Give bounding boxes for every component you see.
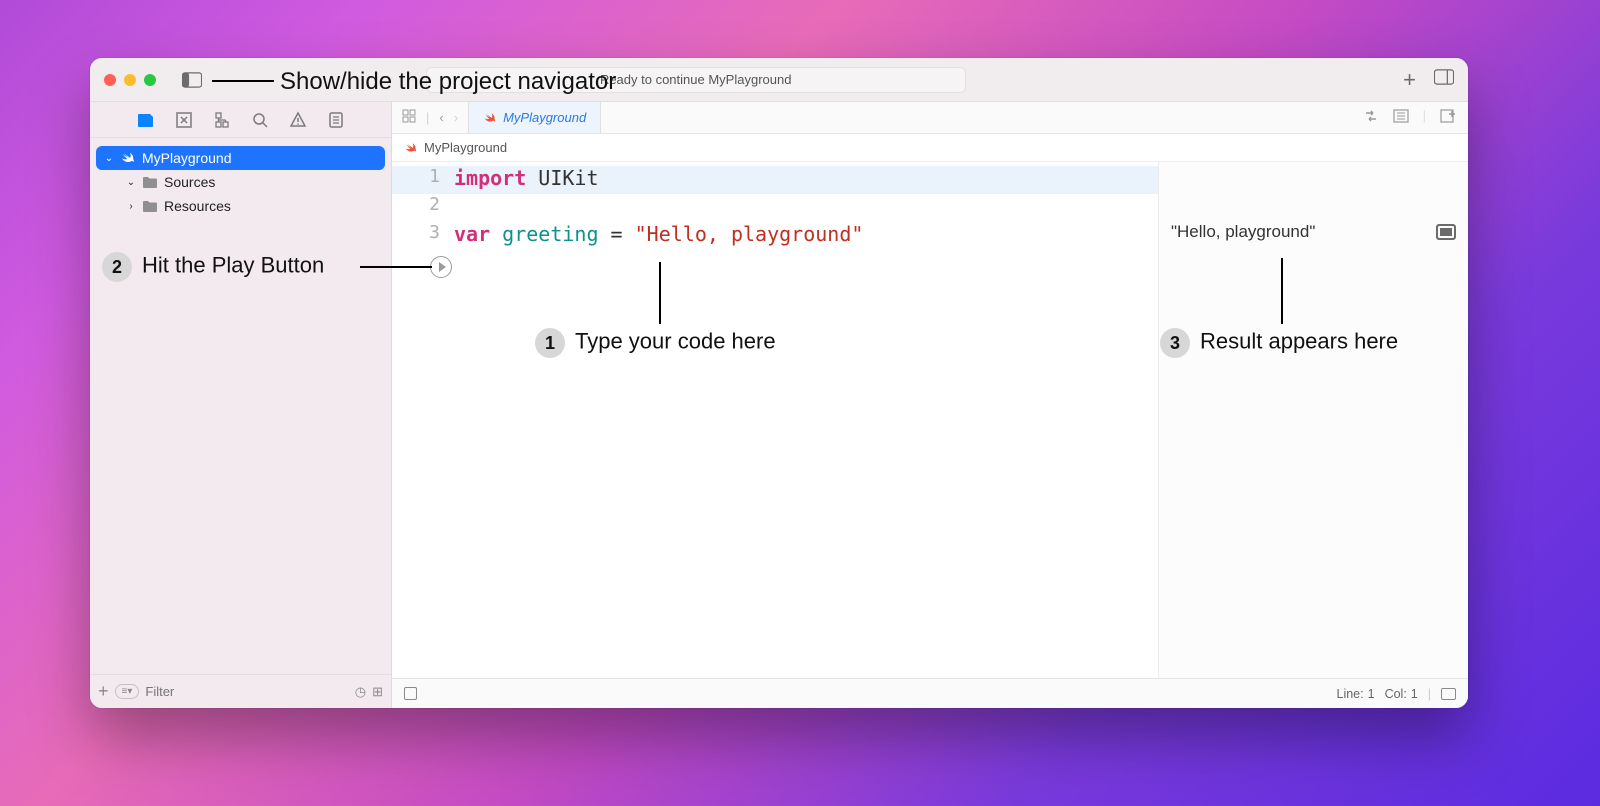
project-navigator-icon[interactable] <box>137 111 155 129</box>
add-button[interactable]: + <box>1403 69 1416 91</box>
activity-status: Ready to continue MyPlayground <box>426 67 966 93</box>
related-items-icon[interactable] <box>402 109 416 126</box>
navigator-selector <box>90 102 391 138</box>
tab-bar: | ‹ › MyPlayground | <box>392 102 1468 134</box>
chevron-right-icon: › <box>126 201 136 212</box>
toggle-debug-area-button[interactable] <box>404 687 417 700</box>
swift-icon <box>404 141 418 155</box>
folder-icon <box>142 199 158 213</box>
breadcrumb-file: MyPlayground <box>424 140 507 155</box>
code-editor[interactable]: 1 import UIKit 2 3 var greeting = "Hello… <box>392 162 1158 678</box>
symbol-navigator-icon[interactable] <box>213 111 231 129</box>
folder-icon <box>142 175 158 189</box>
tree-item-resources[interactable]: › Resources <box>96 194 385 218</box>
minimap-toggle-icon[interactable] <box>1441 688 1456 700</box>
tree-root-label: MyPlayground <box>142 150 232 166</box>
editor-pane: | ‹ › MyPlayground | MyPlayground <box>392 102 1468 708</box>
jump-bar[interactable]: MyPlayground <box>392 134 1468 162</box>
go-forward-button[interactable]: › <box>454 110 458 125</box>
add-file-button[interactable]: + <box>98 681 109 702</box>
swift-icon <box>483 111 497 125</box>
close-window-button[interactable] <box>104 74 116 86</box>
tree-root[interactable]: ⌄ MyPlayground <box>96 146 385 170</box>
xcode-window: Ready to continue MyPlayground + ⌄ <box>90 58 1468 708</box>
line-number: 1 <box>392 166 454 187</box>
chevron-down-icon: ⌄ <box>126 177 136 188</box>
chevron-down-icon: ⌄ <box>104 153 114 164</box>
titlebar: Ready to continue MyPlayground + <box>90 58 1468 102</box>
line-number: 3 <box>392 222 454 243</box>
play-button[interactable] <box>430 256 452 278</box>
filter-input[interactable] <box>145 684 348 699</box>
cursor-col-label: Col: <box>1385 687 1407 701</box>
annotation-line <box>659 262 661 324</box>
zoom-window-button[interactable] <box>144 74 156 86</box>
cursor-line-value: 1 <box>1368 687 1375 701</box>
tree-item-label: Sources <box>164 174 215 190</box>
filter-scope-icon[interactable]: ≡▾ <box>115 684 140 699</box>
line-number: 2 <box>392 194 454 215</box>
tree-item-label: Resources <box>164 198 231 214</box>
navigator-footer: + ≡▾ ◷ ⊞ <box>90 674 391 708</box>
project-navigator: ⌄ MyPlayground ⌄ Sources › Resources + ≡… <box>90 102 392 708</box>
test-navigator-icon[interactable] <box>327 111 345 129</box>
results-sidebar: "Hello, playground" <box>1158 162 1468 678</box>
swift-icon <box>120 150 136 166</box>
find-navigator-icon[interactable] <box>251 111 269 129</box>
scm-filter-icon[interactable]: ⊞ <box>372 684 383 700</box>
result-row: "Hello, playground" <box>1171 222 1456 242</box>
add-editor-icon[interactable] <box>1440 108 1456 127</box>
window-body: ⌄ MyPlayground ⌄ Sources › Resources + ≡… <box>90 102 1468 708</box>
compare-icon[interactable] <box>1363 108 1379 127</box>
quicklook-icon[interactable] <box>1436 224 1456 240</box>
recent-files-icon[interactable]: ◷ <box>355 684 366 700</box>
file-tree: ⌄ MyPlayground ⌄ Sources › Resources <box>90 138 391 674</box>
window-controls <box>104 74 156 86</box>
toggle-inspectors-button[interactable] <box>1434 68 1454 91</box>
editor-tab[interactable]: MyPlayground <box>468 102 601 133</box>
minimize-window-button[interactable] <box>124 74 136 86</box>
cursor-col-value: 1 <box>1411 687 1418 701</box>
editor-area: 1 import UIKit 2 3 var greeting = "Hello… <box>392 162 1468 678</box>
result-value: "Hello, playground" <box>1171 222 1315 242</box>
tree-item-sources[interactable]: ⌄ Sources <box>96 170 385 194</box>
adjust-editor-icon[interactable] <box>1393 108 1409 127</box>
toggle-navigator-button[interactable] <box>182 72 202 88</box>
tab-label: MyPlayground <box>503 110 586 125</box>
status-text: Ready to continue MyPlayground <box>600 72 792 87</box>
editor-footer: Line: 1 Col: 1 | <box>392 678 1468 708</box>
go-back-button[interactable]: ‹ <box>439 110 443 125</box>
annotation-line <box>1281 258 1283 324</box>
annotation-line <box>212 80 274 82</box>
issue-navigator-icon[interactable] <box>289 111 307 129</box>
source-control-navigator-icon[interactable] <box>175 111 193 129</box>
annotation-line <box>360 266 432 268</box>
cursor-line-label: Line: <box>1337 687 1364 701</box>
